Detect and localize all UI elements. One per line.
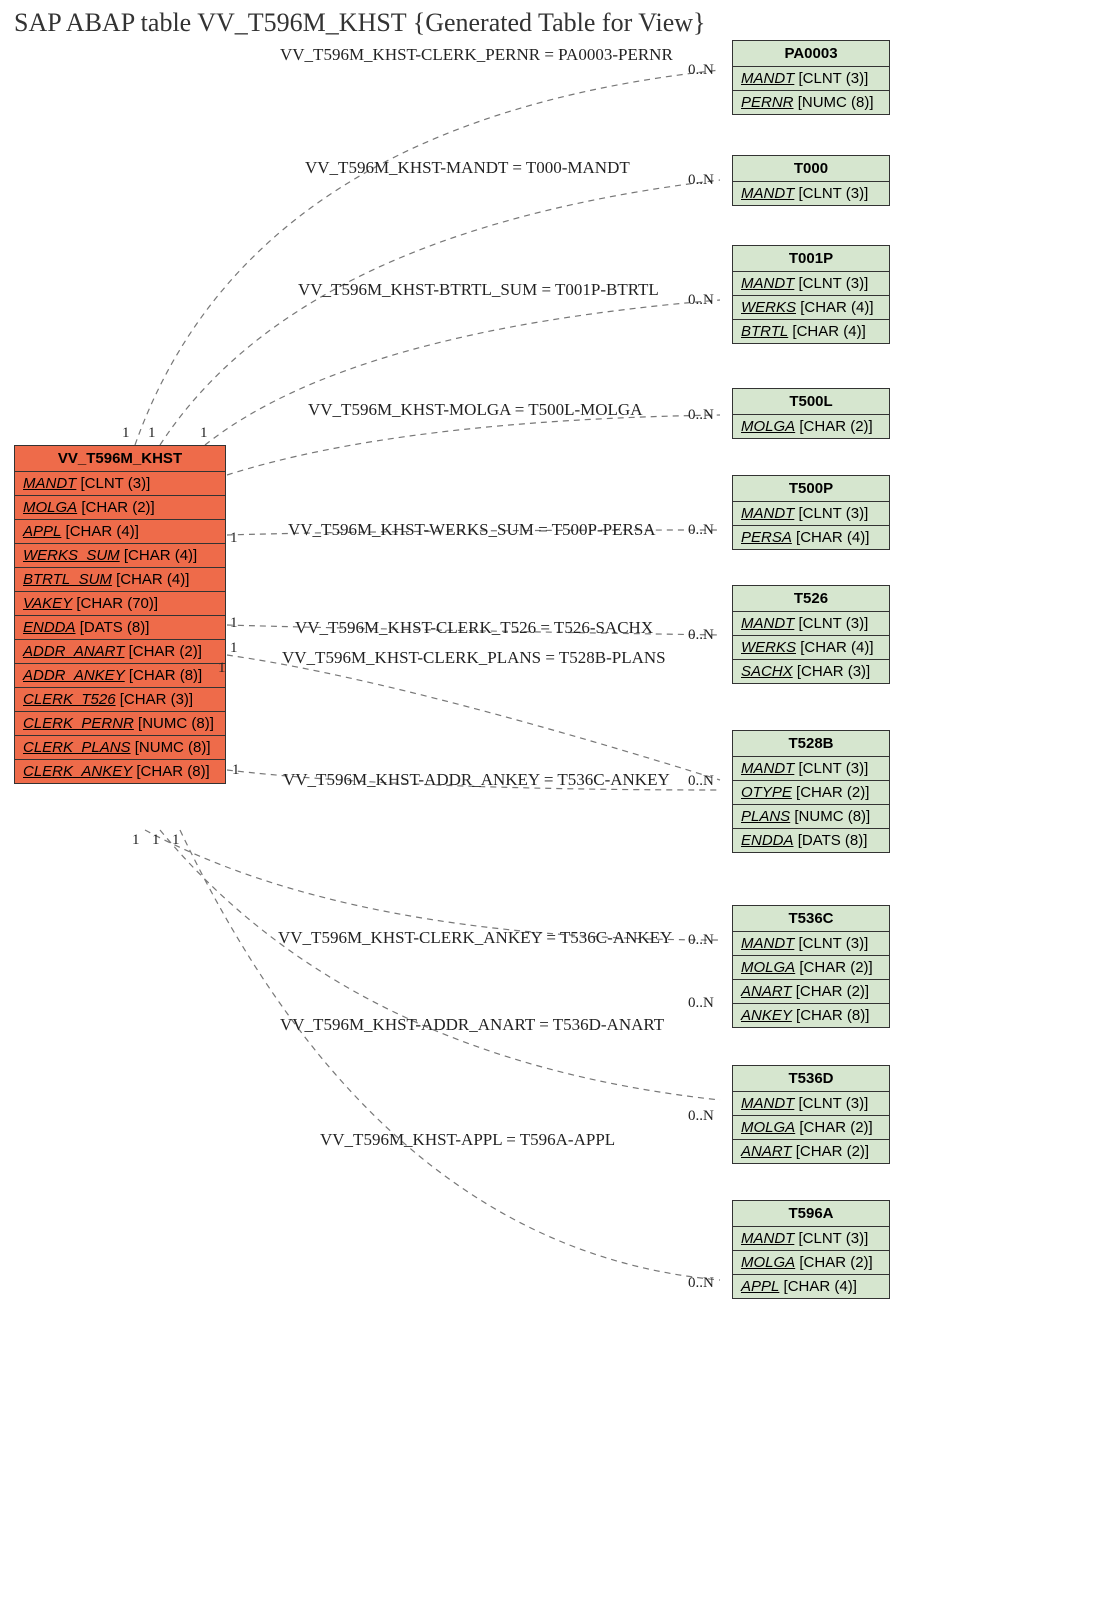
cardinality: 0..N bbox=[688, 172, 714, 189]
entity-field: MANDT [CLNT (3)] bbox=[733, 67, 889, 91]
entity-field: MANDT [CLNT (3)] bbox=[733, 932, 889, 956]
cardinality: 0..N bbox=[688, 627, 714, 644]
entity-field: CLERK_PLANS [NUMC (8)] bbox=[15, 736, 225, 760]
entity-header: T500P bbox=[733, 476, 889, 502]
entity-field: ENDDA [DATS (8)] bbox=[15, 616, 225, 640]
entity-field: MANDT [CLNT (3)] bbox=[733, 502, 889, 526]
relation-label: VV_T596M_KHST-ADDR_ANKEY = T536C-ANKEY bbox=[283, 770, 670, 790]
entity-header: T526 bbox=[733, 586, 889, 612]
entity-field: CLERK_ANKEY [CHAR (8)] bbox=[15, 760, 225, 783]
entity-header: T500L bbox=[733, 389, 889, 415]
relation-label: VV_T596M_KHST-ADDR_ANART = T536D-ANART bbox=[280, 1015, 664, 1035]
entity-field: APPL [CHAR (4)] bbox=[733, 1275, 889, 1298]
cardinality: 0..N bbox=[688, 1275, 714, 1292]
entity-field: ANKEY [CHAR (8)] bbox=[733, 1004, 889, 1027]
entity-field: MOLGA [CHAR (2)] bbox=[733, 1251, 889, 1275]
related-entity: T001PMANDT [CLNT (3)]WERKS [CHAR (4)]BTR… bbox=[732, 245, 890, 344]
cardinality: 1 bbox=[218, 660, 226, 677]
entity-field: MOLGA [CHAR (2)] bbox=[733, 415, 889, 438]
relation-label: VV_T596M_KHST-MANDT = T000-MANDT bbox=[305, 158, 630, 178]
entity-field: PLANS [NUMC (8)] bbox=[733, 805, 889, 829]
entity-header: T596A bbox=[733, 1201, 889, 1227]
entity-header: T528B bbox=[733, 731, 889, 757]
entity-field: OTYPE [CHAR (2)] bbox=[733, 781, 889, 805]
relation-label: VV_T596M_KHST-CLERK_ANKEY = T536C-ANKEY bbox=[278, 928, 672, 948]
entity-header: T001P bbox=[733, 246, 889, 272]
cardinality: 1 bbox=[200, 425, 208, 442]
entity-field: CLERK_PERNR [NUMC (8)] bbox=[15, 712, 225, 736]
entity-header: T000 bbox=[733, 156, 889, 182]
main-entity-header: VV_T596M_KHST bbox=[15, 446, 225, 472]
related-entity: T596AMANDT [CLNT (3)]MOLGA [CHAR (2)]APP… bbox=[732, 1200, 890, 1299]
entity-field: ADDR_ANKEY [CHAR (8)] bbox=[15, 664, 225, 688]
related-entity: T536DMANDT [CLNT (3)]MOLGA [CHAR (2)]ANA… bbox=[732, 1065, 890, 1164]
entity-field: WERKS [CHAR (4)] bbox=[733, 636, 889, 660]
cardinality: 1 bbox=[148, 425, 156, 442]
entity-field: MOLGA [CHAR (2)] bbox=[733, 1116, 889, 1140]
entity-field: MOLGA [CHAR (2)] bbox=[733, 956, 889, 980]
entity-field: SACHX [CHAR (3)] bbox=[733, 660, 889, 683]
page-title: SAP ABAP table VV_T596M_KHST {Generated … bbox=[14, 8, 706, 38]
cardinality: 0..N bbox=[688, 522, 714, 539]
relation-label: VV_T596M_KHST-CLERK_T526 = T526-SACHX bbox=[295, 618, 653, 638]
entity-header: PA0003 bbox=[733, 41, 889, 67]
cardinality: 1 bbox=[230, 640, 238, 657]
cardinality: 0..N bbox=[688, 1108, 714, 1125]
entity-field: MANDT [CLNT (3)] bbox=[733, 612, 889, 636]
related-entity: T536CMANDT [CLNT (3)]MOLGA [CHAR (2)]ANA… bbox=[732, 905, 890, 1028]
entity-field: MANDT [CLNT (3)] bbox=[733, 1227, 889, 1251]
relation-label: VV_T596M_KHST-WERKS_SUM = T500P-PERSA bbox=[288, 520, 656, 540]
cardinality: 0..N bbox=[688, 932, 714, 949]
cardinality: 0..N bbox=[688, 773, 714, 790]
related-entity: T000MANDT [CLNT (3)] bbox=[732, 155, 890, 206]
cardinality: 1 bbox=[232, 762, 240, 779]
entity-field: MOLGA [CHAR (2)] bbox=[15, 496, 225, 520]
related-entity: T500PMANDT [CLNT (3)]PERSA [CHAR (4)] bbox=[732, 475, 890, 550]
relation-label: VV_T596M_KHST-CLERK_PERNR = PA0003-PERNR bbox=[280, 45, 673, 65]
cardinality: 1 bbox=[230, 615, 238, 632]
entity-field: WERKS [CHAR (4)] bbox=[733, 296, 889, 320]
entity-field: ANART [CHAR (2)] bbox=[733, 980, 889, 1004]
cardinality: 0..N bbox=[688, 995, 714, 1012]
cardinality: 1 bbox=[132, 832, 140, 849]
cardinality: 1 bbox=[152, 832, 160, 849]
entity-field: ENDDA [DATS (8)] bbox=[733, 829, 889, 852]
entity-field: PERSA [CHAR (4)] bbox=[733, 526, 889, 549]
entity-header: T536C bbox=[733, 906, 889, 932]
cardinality: 0..N bbox=[688, 62, 714, 79]
entity-field: MANDT [CLNT (3)] bbox=[15, 472, 225, 496]
relation-label: VV_T596M_KHST-BTRTL_SUM = T001P-BTRTL bbox=[298, 280, 659, 300]
entity-field: MANDT [CLNT (3)] bbox=[733, 757, 889, 781]
cardinality: 0..N bbox=[688, 292, 714, 309]
entity-field: ANART [CHAR (2)] bbox=[733, 1140, 889, 1163]
cardinality: 1 bbox=[122, 425, 130, 442]
main-entity: VV_T596M_KHST MANDT [CLNT (3)]MOLGA [CHA… bbox=[14, 445, 226, 784]
cardinality: 1 bbox=[230, 530, 238, 547]
entity-field: MANDT [CLNT (3)] bbox=[733, 1092, 889, 1116]
entity-field: CLERK_T526 [CHAR (3)] bbox=[15, 688, 225, 712]
related-entity: T500LMOLGA [CHAR (2)] bbox=[732, 388, 890, 439]
relation-lines bbox=[0, 0, 1104, 1617]
cardinality: 0..N bbox=[688, 407, 714, 424]
related-entity: T528BMANDT [CLNT (3)]OTYPE [CHAR (2)]PLA… bbox=[732, 730, 890, 853]
relation-label: VV_T596M_KHST-APPL = T596A-APPL bbox=[320, 1130, 615, 1150]
relation-label: VV_T596M_KHST-CLERK_PLANS = T528B-PLANS bbox=[282, 648, 666, 668]
entity-field: VAKEY [CHAR (70)] bbox=[15, 592, 225, 616]
relation-label: VV_T596M_KHST-MOLGA = T500L-MOLGA bbox=[308, 400, 642, 420]
entity-field: BTRTL [CHAR (4)] bbox=[733, 320, 889, 343]
related-entity: T526MANDT [CLNT (3)]WERKS [CHAR (4)]SACH… bbox=[732, 585, 890, 684]
cardinality: 1 bbox=[172, 832, 180, 849]
entity-field: MANDT [CLNT (3)] bbox=[733, 272, 889, 296]
entity-field: ADDR_ANART [CHAR (2)] bbox=[15, 640, 225, 664]
related-entity: PA0003MANDT [CLNT (3)]PERNR [NUMC (8)] bbox=[732, 40, 890, 115]
entity-field: WERKS_SUM [CHAR (4)] bbox=[15, 544, 225, 568]
entity-header: T536D bbox=[733, 1066, 889, 1092]
entity-field: MANDT [CLNT (3)] bbox=[733, 182, 889, 205]
entity-field: PERNR [NUMC (8)] bbox=[733, 91, 889, 114]
entity-field: APPL [CHAR (4)] bbox=[15, 520, 225, 544]
entity-field: BTRTL_SUM [CHAR (4)] bbox=[15, 568, 225, 592]
